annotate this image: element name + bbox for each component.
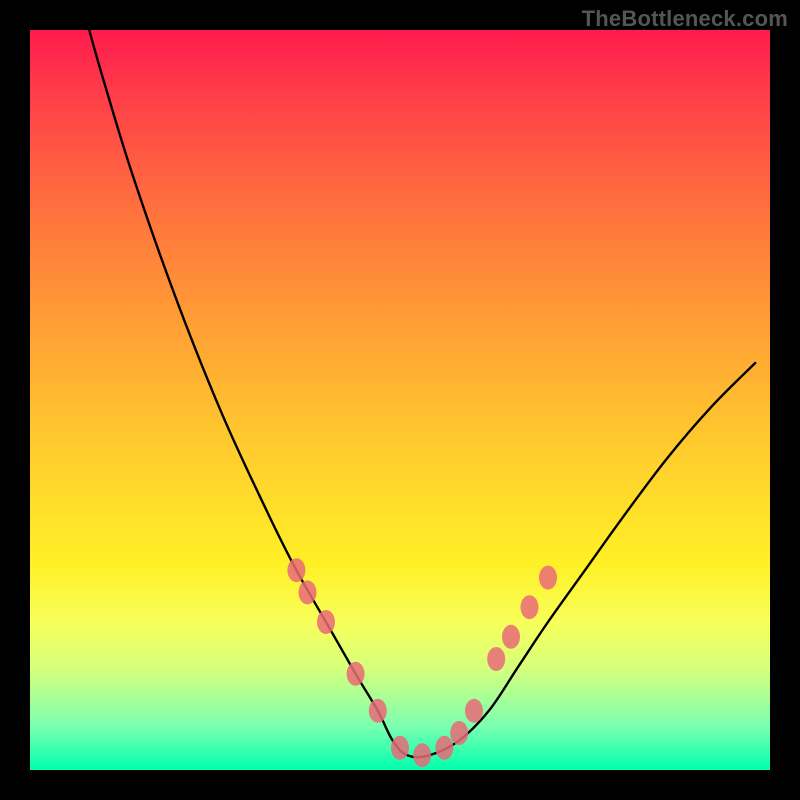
- marker-dot: [317, 610, 335, 634]
- marker-dot: [391, 736, 409, 760]
- marker-dot: [502, 625, 520, 649]
- marker-dot: [435, 736, 453, 760]
- marker-dot: [539, 566, 557, 590]
- marker-dot: [465, 699, 483, 723]
- marker-dot: [450, 721, 468, 745]
- watermark-text: TheBottleneck.com: [582, 6, 788, 32]
- marker-dot: [521, 595, 539, 619]
- marker-dot: [413, 743, 431, 767]
- marker-group: [287, 558, 557, 767]
- marker-dot: [287, 558, 305, 582]
- marker-dot: [487, 647, 505, 671]
- marker-dot: [299, 580, 317, 604]
- chart-area: [30, 30, 770, 770]
- chart-svg: [30, 30, 770, 770]
- curve-line: [89, 30, 755, 757]
- marker-dot: [369, 699, 387, 723]
- marker-dot: [347, 662, 365, 686]
